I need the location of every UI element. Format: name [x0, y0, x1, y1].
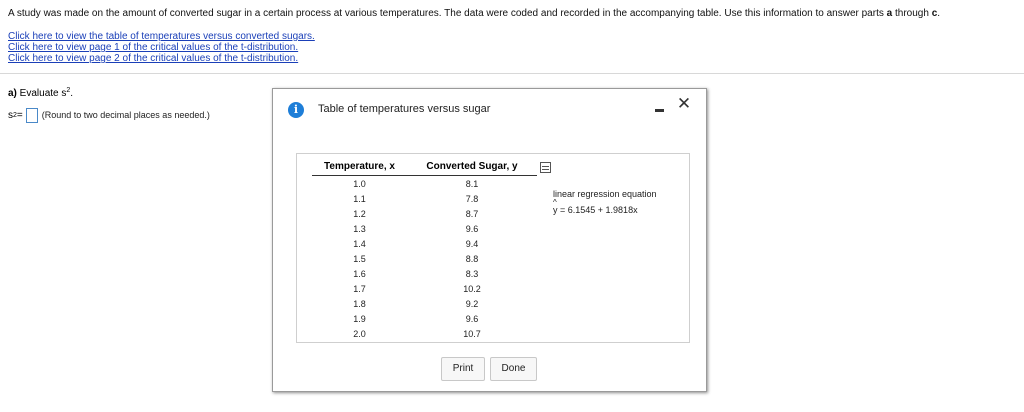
sugar-cell: 9.6	[465, 313, 479, 324]
header-temperature: Temperature, x	[312, 159, 407, 176]
y-hat-symbol: y	[553, 198, 558, 215]
table-dialog: i Table of temperatures versus sugar ✕ T…	[272, 88, 707, 392]
header-converted-sugar: Converted Sugar, y	[407, 159, 537, 176]
table-row: 1.2 8.7	[312, 206, 537, 221]
part-a-prompt: a) Evaluate s2.	[8, 84, 73, 100]
sugar-cell: 9.4	[465, 238, 479, 249]
part-a-label: a)	[8, 88, 17, 99]
regression-equation-text: = 6.1545 + 1.9818x	[557, 205, 638, 215]
rounding-hint: (Round to two decimal places as needed.)	[41, 110, 210, 120]
answer-row: s2 = (Round to two decimal places as nee…	[8, 106, 210, 124]
temperature-cell: 1.8	[353, 298, 366, 309]
part-a-prompt-end: .	[70, 88, 74, 99]
intro-mid: through	[892, 8, 932, 19]
regression-label: linear regression equation	[553, 189, 657, 199]
answer-equals: =	[16, 109, 23, 121]
data-table: Temperature, x Converted Sugar, y 1.0 8.1…	[312, 159, 537, 341]
sugar-cell: 7.8	[465, 193, 479, 204]
section-divider	[0, 73, 1024, 74]
sugar-cell: 10.7	[463, 328, 481, 339]
page: A study was made on the amount of conver…	[0, 0, 1024, 412]
minimize-icon[interactable]	[655, 109, 664, 112]
table-row: 1.1 7.8	[312, 191, 537, 206]
link-t-distribution-page-2[interactable]: Click here to view page 2 of the critica…	[8, 53, 315, 64]
temperature-cell: 2.0	[353, 328, 366, 339]
temperature-cell: 1.6	[353, 268, 366, 279]
part-a-prompt-text: Evaluate s	[16, 88, 67, 99]
intro-end: .	[937, 8, 941, 19]
sugar-cell: 9.2	[465, 298, 479, 309]
sugar-cell: 8.1	[465, 178, 479, 189]
table-header-row: Temperature, x Converted Sugar, y	[312, 159, 537, 176]
dialog-content: Temperature, x Converted Sugar, y 1.0 8.1…	[296, 153, 690, 343]
table-row: 1.0 8.1	[312, 176, 537, 192]
sugar-cell: 8.8	[465, 253, 479, 264]
regression-equation: y = 6.1545 + 1.9818x	[553, 198, 638, 215]
table-row: 1.3 9.6	[312, 221, 537, 236]
table-row: 1.9 9.6	[312, 311, 537, 326]
table-row: 1.4 9.4	[312, 236, 537, 251]
print-button[interactable]: Print	[441, 357, 485, 381]
done-button[interactable]: Done	[490, 357, 537, 381]
resource-links: Click here to view the table of temperat…	[8, 31, 315, 64]
copy-table-icon[interactable]	[540, 162, 551, 173]
temperature-cell: 1.9	[353, 313, 366, 324]
link-table-temperatures[interactable]: Click here to view the table of temperat…	[8, 31, 315, 42]
sugar-cell: 10.2	[463, 283, 481, 294]
sugar-cell: 8.7	[465, 208, 479, 219]
sugar-cell: 9.6	[465, 223, 479, 234]
dialog-title: Table of temperatures versus sugar	[318, 103, 491, 115]
table-row: 2.0 10.7	[312, 326, 537, 341]
problem-statement: A study was made on the amount of conver…	[8, 7, 1018, 20]
intro-text: A study was made on the amount of conver…	[8, 8, 887, 19]
dialog-header: i Table of temperatures versus sugar ✕	[273, 89, 706, 133]
temperature-cell: 1.3	[353, 223, 366, 234]
table-row: 1.8 9.2	[312, 296, 537, 311]
table-row: 1.6 8.3	[312, 266, 537, 281]
temperature-cell: 1.2	[353, 208, 366, 219]
info-icon: i	[288, 102, 304, 118]
close-icon[interactable]: ✕	[676, 95, 692, 113]
temperature-cell: 1.5	[353, 253, 366, 264]
temperature-cell: 1.1	[353, 193, 366, 204]
link-t-distribution-page-1[interactable]: Click here to view page 1 of the critica…	[8, 42, 315, 53]
sugar-cell: 8.3	[465, 268, 479, 279]
temperature-cell: 1.4	[353, 238, 366, 249]
table-row: 1.5 8.8	[312, 251, 537, 266]
answer-input-box[interactable]	[25, 107, 38, 123]
temperature-cell: 1.7	[353, 283, 366, 294]
temperature-cell: 1.0	[353, 178, 366, 189]
table-row: 1.7 10.2	[312, 281, 537, 296]
